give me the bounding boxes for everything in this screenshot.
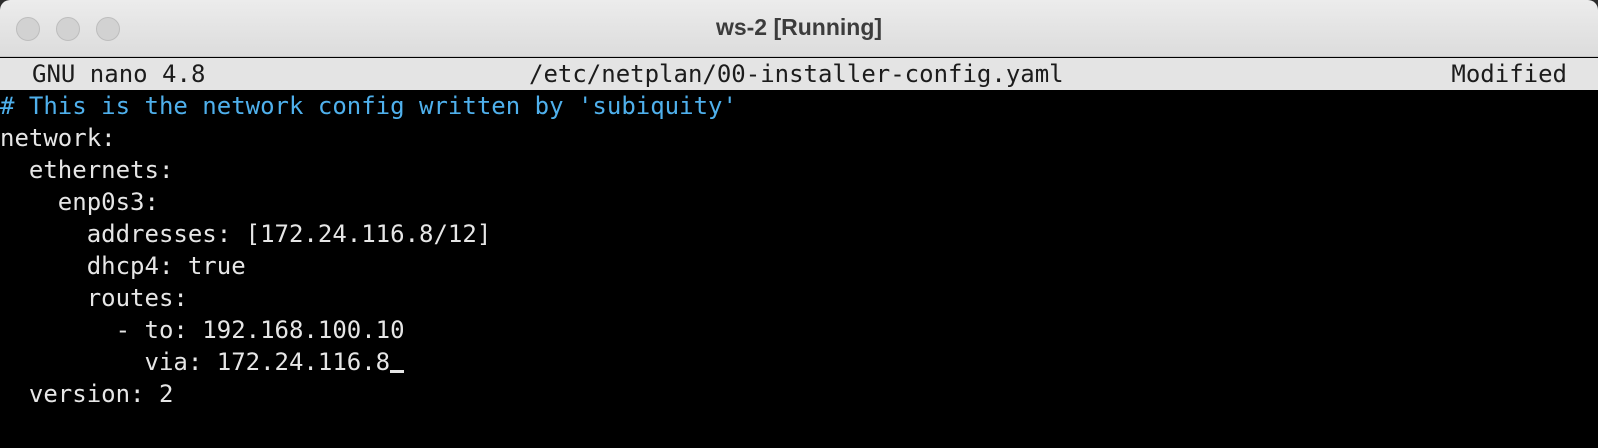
editor-line: network: (0, 124, 116, 152)
vm-window: ws-2 [Running] GNU nano 4.8 /etc/netplan… (0, 0, 1598, 448)
editor-line: - to: 192.168.100.10 (0, 316, 405, 344)
editor-area[interactable]: # This is the network config written by … (0, 90, 1598, 448)
modified-status: Modified (1451, 60, 1567, 88)
editor-line: dhcp4: true (0, 252, 246, 280)
text-cursor (390, 370, 405, 373)
file-path: /etc/netplan/00-installer-config.yaml (529, 60, 1064, 88)
editor-line: addresses: [172.24.116.8/12] (0, 220, 492, 248)
editor-line: enp0s3: (0, 188, 159, 216)
window-title: ws-2 [Running] (715, 14, 883, 40)
editor-line: ethernets: (0, 156, 174, 184)
title-bar[interactable]: ws-2 [Running] (0, 0, 1598, 57)
nano-header-bar: GNU nano 4.8 /etc/netplan/00-installer-c… (0, 58, 1598, 90)
editor-line-text: via: 172.24.116.8 (0, 348, 391, 376)
nano-version: GNU nano 4.8 (32, 60, 206, 88)
editor-line-comment: # This is the network config written by … (0, 92, 737, 120)
editor-line: routes: (0, 284, 188, 312)
editor-line: version: 2 (0, 380, 174, 408)
editor-line-cursor: via: 172.24.116.8 (0, 346, 405, 378)
